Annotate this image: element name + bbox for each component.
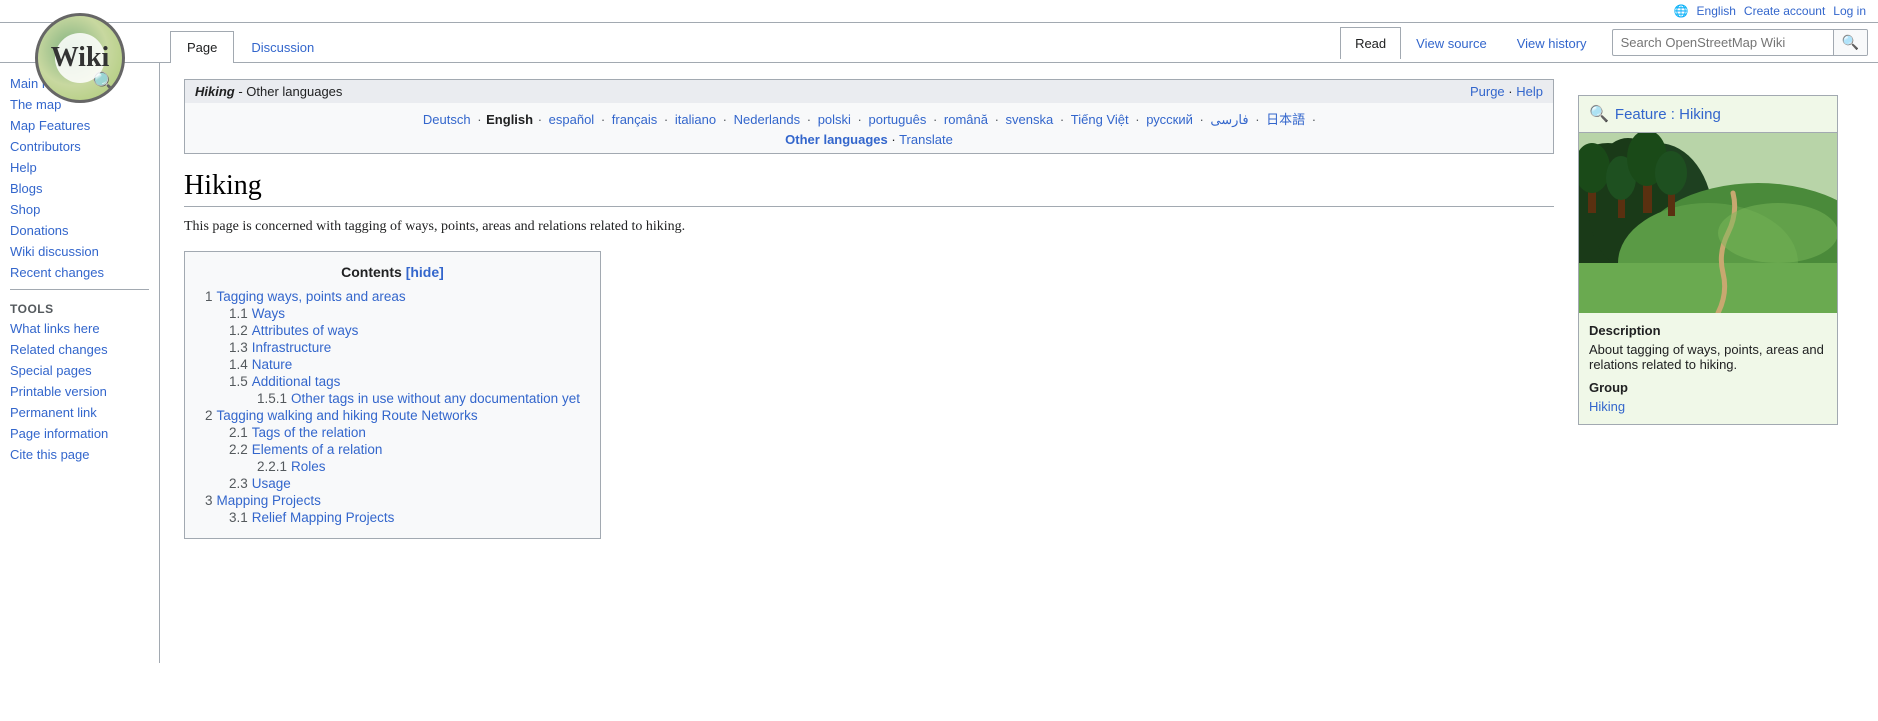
sidebar-item-special-pages[interactable]: Special pages xyxy=(0,360,159,381)
toc-item-2-2: 2.2Elements of a relation xyxy=(205,441,580,458)
toc-item-1-3: 1.3Infrastructure xyxy=(205,339,580,356)
sidebar-item-map-features[interactable]: Map Features xyxy=(0,115,159,136)
sidebar-item-wiki-discussion[interactable]: Wiki discussion xyxy=(0,241,159,262)
lang-portugues[interactable]: português xyxy=(869,112,927,127)
language-box: Hiking - Other languages Purge · Help De… xyxy=(184,79,1554,154)
lang-italiano[interactable]: italiano xyxy=(675,112,716,127)
sidebar-item-shop[interactable]: Shop xyxy=(0,199,159,220)
lang-tieng-viet[interactable]: Tiếng Việt xyxy=(1071,112,1129,127)
lang-english: English xyxy=(486,112,533,127)
feature-title: Feature : Hiking xyxy=(1615,106,1721,123)
toc-item-3: 3Mapping Projects xyxy=(205,492,580,509)
toc-item-2-2-1: 2.2.1Roles xyxy=(205,458,580,475)
page-intro: This page is concerned with tagging of w… xyxy=(184,219,1554,235)
search-input[interactable] xyxy=(1613,31,1833,54)
sidebar-item-cite-this-page[interactable]: Cite this page xyxy=(0,444,159,465)
header: Wiki 🔍 Page Discussion Read View source … xyxy=(0,23,1878,63)
toc-hide-button[interactable]: [hide] xyxy=(406,264,444,280)
header-actions: Read View source View history xyxy=(1340,23,1602,62)
toc-item-1-1: 1.1Ways xyxy=(205,305,580,322)
toc-item-3-1: 3.1Relief Mapping Projects xyxy=(205,509,580,526)
toc-item-2: 2Tagging walking and hiking Route Networ… xyxy=(205,407,580,424)
search-button[interactable]: 🔍 xyxy=(1833,30,1867,55)
language-english[interactable]: English xyxy=(1697,4,1736,18)
lang-nederlands[interactable]: Nederlands xyxy=(734,112,801,127)
feature-group-link[interactable]: Hiking xyxy=(1589,399,1625,414)
sidebar-item-contributors[interactable]: Contributors xyxy=(0,136,159,157)
tab-page[interactable]: Page xyxy=(170,31,234,63)
lang-espanol[interactable]: español xyxy=(549,112,595,127)
toc-title: Contents xyxy=(341,264,402,280)
lang-russian[interactable]: русский xyxy=(1146,112,1193,127)
top-bar: 🌐 English Create account Log in xyxy=(0,0,1878,23)
page-tabs: Page Discussion xyxy=(170,23,1340,62)
lang-romana[interactable]: română xyxy=(944,112,988,127)
sidebar-divider xyxy=(10,289,149,290)
toc-header: Contents [hide] xyxy=(205,264,580,280)
language-icon: 🌐 xyxy=(1674,4,1689,18)
sidebar-item-what-links-here[interactable]: What links here xyxy=(0,318,159,339)
sidebar-item-help[interactable]: Help xyxy=(0,157,159,178)
page-right-panel: 🔍 Feature : Hiking xyxy=(1578,63,1858,663)
lang-box-title: Hiking - Other languages xyxy=(195,84,342,99)
toc-item-1-5-1: 1.5.1Other tags in use without any docum… xyxy=(205,390,580,407)
toc-item-2-1: 2.1Tags of the relation xyxy=(205,424,580,441)
login-link[interactable]: Log in xyxy=(1833,4,1866,18)
feature-box-body: Description About tagging of ways, point… xyxy=(1579,313,1837,424)
lang-svenska[interactable]: svenska xyxy=(1006,112,1054,127)
feature-box: 🔍 Feature : Hiking xyxy=(1578,95,1838,425)
page-title: Hiking xyxy=(184,170,1554,207)
toc-item-1-4: 1.4Nature xyxy=(205,356,580,373)
feature-box-header: 🔍 Feature : Hiking xyxy=(1579,96,1837,133)
toc-item-2-3: 2.3Usage xyxy=(205,475,580,492)
lang-box-actions: Purge · Help xyxy=(1470,84,1543,99)
search-box: 🔍 xyxy=(1612,29,1868,56)
tab-discussion[interactable]: Discussion xyxy=(234,31,331,63)
other-languages-link[interactable]: Other languages xyxy=(785,132,888,147)
feature-description-title: Description xyxy=(1589,323,1827,338)
feature-icon: 🔍 xyxy=(1589,104,1609,124)
lang-francais[interactable]: français xyxy=(612,112,658,127)
purge-link[interactable]: Purge xyxy=(1470,84,1505,99)
sidebar-item-page-information[interactable]: Page information xyxy=(0,423,159,444)
sidebar-item-recent-changes[interactable]: Recent changes xyxy=(0,262,159,283)
content-area: Hiking - Other languages Purge · Help De… xyxy=(160,63,1578,663)
action-view-history[interactable]: View history xyxy=(1502,27,1602,59)
lang-box-header: Hiking - Other languages Purge · Help xyxy=(185,80,1553,103)
lang-box-content: Deutsch · English · español · français ·… xyxy=(185,103,1553,153)
action-read[interactable]: Read xyxy=(1340,27,1401,59)
sidebar-item-donations[interactable]: Donations xyxy=(0,220,159,241)
lang-box-footer: Other languages · Translate xyxy=(195,132,1543,147)
lang-farsi[interactable]: فارسی xyxy=(1210,112,1248,127)
lang-deutsch[interactable]: Deutsch xyxy=(423,112,471,127)
logo-text: Wiki xyxy=(55,33,105,83)
feature-description-text: About tagging of ways, points, areas and… xyxy=(1589,342,1827,372)
toc-item-1: 1Tagging ways, points and areas xyxy=(205,288,580,305)
feature-box-image xyxy=(1579,133,1837,313)
create-account-link[interactable]: Create account xyxy=(1744,4,1825,18)
main-layout: Main Page The map Map Features Contribut… xyxy=(0,63,1878,663)
sidebar-item-blogs[interactable]: Blogs xyxy=(0,178,159,199)
tools-section-title: Tools xyxy=(0,296,159,318)
feature-group-title: Group xyxy=(1589,380,1827,395)
lang-japanese[interactable]: 日本語 xyxy=(1266,112,1305,127)
language-list: Deutsch · English · español · français ·… xyxy=(195,109,1543,128)
lang-box-title-italic: Hiking xyxy=(195,84,235,99)
action-view-source[interactable]: View source xyxy=(1401,27,1502,59)
toc-items: 1Tagging ways, points and areas1.1Ways1.… xyxy=(205,288,580,526)
translate-link[interactable]: Translate xyxy=(899,132,953,147)
sidebar-item-related-changes[interactable]: Related changes xyxy=(0,339,159,360)
lang-polski[interactable]: polski xyxy=(818,112,851,127)
toc-item-1-2: 1.2Attributes of ways xyxy=(205,322,580,339)
sidebar-item-permanent-link[interactable]: Permanent link xyxy=(0,402,159,423)
logo: Wiki 🔍 xyxy=(0,13,160,103)
sidebar: Main Page The map Map Features Contribut… xyxy=(0,63,160,663)
help-link[interactable]: Help xyxy=(1516,84,1543,99)
wiki-logo: Wiki 🔍 xyxy=(35,13,125,103)
table-of-contents: Contents [hide] 1Tagging ways, points an… xyxy=(184,251,601,539)
toc-item-1-5: 1.5Additional tags xyxy=(205,373,580,390)
lang-box-title-rest: - Other languages xyxy=(235,84,343,99)
sidebar-item-printable-version[interactable]: Printable version xyxy=(0,381,159,402)
